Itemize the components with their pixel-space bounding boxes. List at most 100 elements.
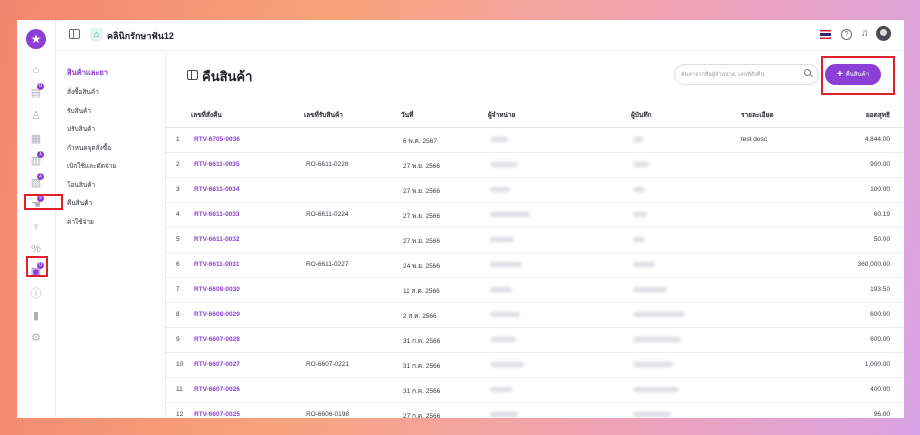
table-row[interactable]: 7 RTV-6608-0030 11 ส.ค. 2566 193.50 <box>166 278 904 303</box>
row-index: 6 <box>176 261 180 268</box>
recorder-redacted <box>633 387 679 392</box>
submenu-item-transfer[interactable]: โอนสินค้า <box>67 180 95 190</box>
bell-icon[interactable]: ♫ <box>861 28 871 40</box>
row-index: 11 <box>176 386 183 393</box>
report-icon[interactable]: ▮ <box>28 309 44 323</box>
tooth-icon[interactable]: ♆ <box>28 220 44 234</box>
col-return-no[interactable]: เลขที่สั่งคืน <box>191 110 222 120</box>
app-window: ★ ⌂ ▤ 0 ♙ ▦ ▥ 1 ▧ 2 ☚ 5 ♆% ▣ 0 ⓘ ▮ ⚙ ⌂ คลินิกรักษาฟัน12 … <box>17 20 904 418</box>
table-row[interactable]: 8 RTV-6608-0029 2 ส.ค. 2566 600.00 <box>166 303 904 328</box>
submenu-item-return[interactable]: คืนสินค้า <box>67 198 92 208</box>
submenu-item-adjust[interactable]: ปรับสินค้า <box>67 124 95 134</box>
return-code-link[interactable]: RTV-6611-0034 <box>194 186 240 193</box>
supplier-redacted <box>490 387 512 392</box>
col-date[interactable]: วันที่ <box>401 110 413 120</box>
sidebar-toggle-icon[interactable] <box>69 29 80 39</box>
col-supplier[interactable]: ผู้จำหน่าย <box>488 110 515 120</box>
row-index: 1 <box>176 136 180 143</box>
col-total[interactable]: ยอดสุทธิ <box>866 110 890 120</box>
submenu-item-expense[interactable]: ค่าใช้จ่าย <box>67 217 94 227</box>
table-row[interactable]: 6 RTV-6611-0031 RO-6611-0227 24 พ.ย. 2566 36… <box>166 253 904 278</box>
col-receive-no[interactable]: เลขที่รับสินค้า <box>304 110 343 120</box>
table-row[interactable]: 4 RTV-6611-0033 RO-6611-0224 27 พ.ย. 2566 60… <box>166 203 904 228</box>
recorder-redacted <box>633 412 671 417</box>
row-index: 3 <box>176 186 180 193</box>
table-row[interactable]: 9 RTV-6607-0028 31 ก.ค. 2566 600.00 <box>166 328 904 353</box>
return-code-link[interactable]: RTV-6611-0035 <box>194 161 240 168</box>
return-code-link[interactable]: RTV-6608-0030 <box>194 286 240 293</box>
thai-flag-icon[interactable] <box>820 30 831 39</box>
table-row[interactable]: 12 RTV-6607-0025 RO-6606-0198 27 ก.ค. 2566 9… <box>166 403 904 418</box>
return-date: 31 ก.ค. 2566 <box>403 388 441 395</box>
recorder-redacted <box>633 362 673 367</box>
net-total: 96.00 <box>873 411 890 418</box>
search-box[interactable] <box>674 64 819 85</box>
notification-badge: 2 <box>37 173 44 180</box>
record-icon[interactable]: ▦ <box>28 132 44 146</box>
return-code-link[interactable]: RTV-6607-0028 <box>194 336 240 343</box>
return-date: 27 พ.ย. 2566 <box>403 163 441 170</box>
supplier-redacted <box>490 162 518 167</box>
row-index: 12 <box>176 411 184 418</box>
return-code-link[interactable]: RTV-6705-0036 <box>194 136 240 143</box>
table-row[interactable]: 10 RTV-6607-0027 RO-6607-0221 31 ก.ค. 2566 1… <box>166 353 904 378</box>
table-row[interactable]: 3 RTV-6611-0034 27 พ.ย. 2566 100.00 <box>166 178 904 203</box>
detail-text: test desc <box>741 136 768 143</box>
col-detail[interactable]: รายละเอียด <box>741 110 774 120</box>
home-icon[interactable]: ⌂ <box>28 63 44 77</box>
col-recorder[interactable]: ผู้บันทึก <box>631 110 652 120</box>
recorder-redacted <box>633 312 685 317</box>
net-total: 400.00 <box>870 386 890 393</box>
info-icon[interactable]: ⓘ <box>28 287 44 301</box>
return-code-link[interactable]: RTV-6611-0033 <box>194 211 240 218</box>
submenu-title: สินค้าและยา <box>67 68 108 77</box>
recorder-redacted <box>633 337 681 342</box>
submenu-item-reorder[interactable]: กำหนดจุดสั่งซื้อ <box>67 143 111 153</box>
return-code-link[interactable]: RTV-6607-0026 <box>194 386 240 393</box>
submenu-item-purchase[interactable]: สั่งซื้อสินค้า <box>67 87 99 97</box>
patient-icon[interactable]: ♙ <box>28 109 44 123</box>
net-total: 1,000.00 <box>864 361 890 368</box>
return-code-link[interactable]: RTV-6608-0029 <box>194 311 240 318</box>
return-date: 31 ก.ค. 2566 <box>403 363 441 370</box>
table-row[interactable]: 1 RTV-6705-0036 6 พ.ค. 2567 test desc 4,844.… <box>166 128 904 153</box>
row-index: 5 <box>176 236 180 243</box>
net-total: 600.00 <box>870 311 890 318</box>
submenu-item-receive[interactable]: รับสินค้า <box>67 106 91 116</box>
net-total: 4,844.00 <box>864 136 890 143</box>
settings-icon[interactable]: ⚙ <box>28 331 44 345</box>
row-index: 2 <box>176 161 180 168</box>
recorder-redacted <box>633 162 649 167</box>
table-row[interactable]: 2 RTV-6611-0035 RO-6611-0228 27 พ.ย. 2566 90… <box>166 153 904 178</box>
app-logo-icon[interactable]: ★ <box>26 29 46 49</box>
submenu-item-withdraw[interactable]: เบิกใช้และตัดจ่าย <box>67 161 116 171</box>
supplier-redacted <box>490 287 512 292</box>
notification-badge: 1 <box>37 151 44 158</box>
return-date: 27 พ.ย. 2566 <box>403 213 441 220</box>
net-total: 900.00 <box>870 161 890 168</box>
notification-badge: 0 <box>37 83 44 90</box>
table-row[interactable]: 5 RTV-6611-0032 27 พ.ย. 2566 50.00 <box>166 228 904 253</box>
avatar[interactable] <box>876 26 891 41</box>
receive-code: RO-6606-0198 <box>306 411 349 418</box>
search-input[interactable] <box>681 68 799 81</box>
recorder-redacted <box>633 237 645 242</box>
submenu: สินค้าและยา สั่งซื้อสินค้า รับสินค้า ปรั… <box>55 51 166 418</box>
table-row[interactable]: 11 RTV-6607-0026 31 ก.ค. 2566 400.00 <box>166 378 904 403</box>
return-code-link[interactable]: RTV-6611-0032 <box>194 236 240 243</box>
help-icon[interactable]: ? <box>841 29 852 40</box>
return-code-link[interactable]: RTV-6607-0025 <box>194 411 240 418</box>
supplier-redacted <box>490 262 522 267</box>
supplier-redacted <box>490 187 510 192</box>
clinic-name: คลินิกรักษาฟัน12 <box>107 31 174 41</box>
search-icon[interactable] <box>804 69 811 76</box>
return-date: 27 ก.ค. 2566 <box>403 413 441 418</box>
supplier-redacted <box>490 337 516 342</box>
row-index: 8 <box>176 311 180 318</box>
supplier-redacted <box>490 312 520 317</box>
return-code-link[interactable]: RTV-6611-0031 <box>194 261 240 268</box>
highlight-box-return-menu <box>24 194 63 210</box>
percent-icon[interactable]: % <box>28 242 44 256</box>
supplier-redacted <box>490 212 530 217</box>
return-code-link[interactable]: RTV-6607-0027 <box>194 361 240 368</box>
